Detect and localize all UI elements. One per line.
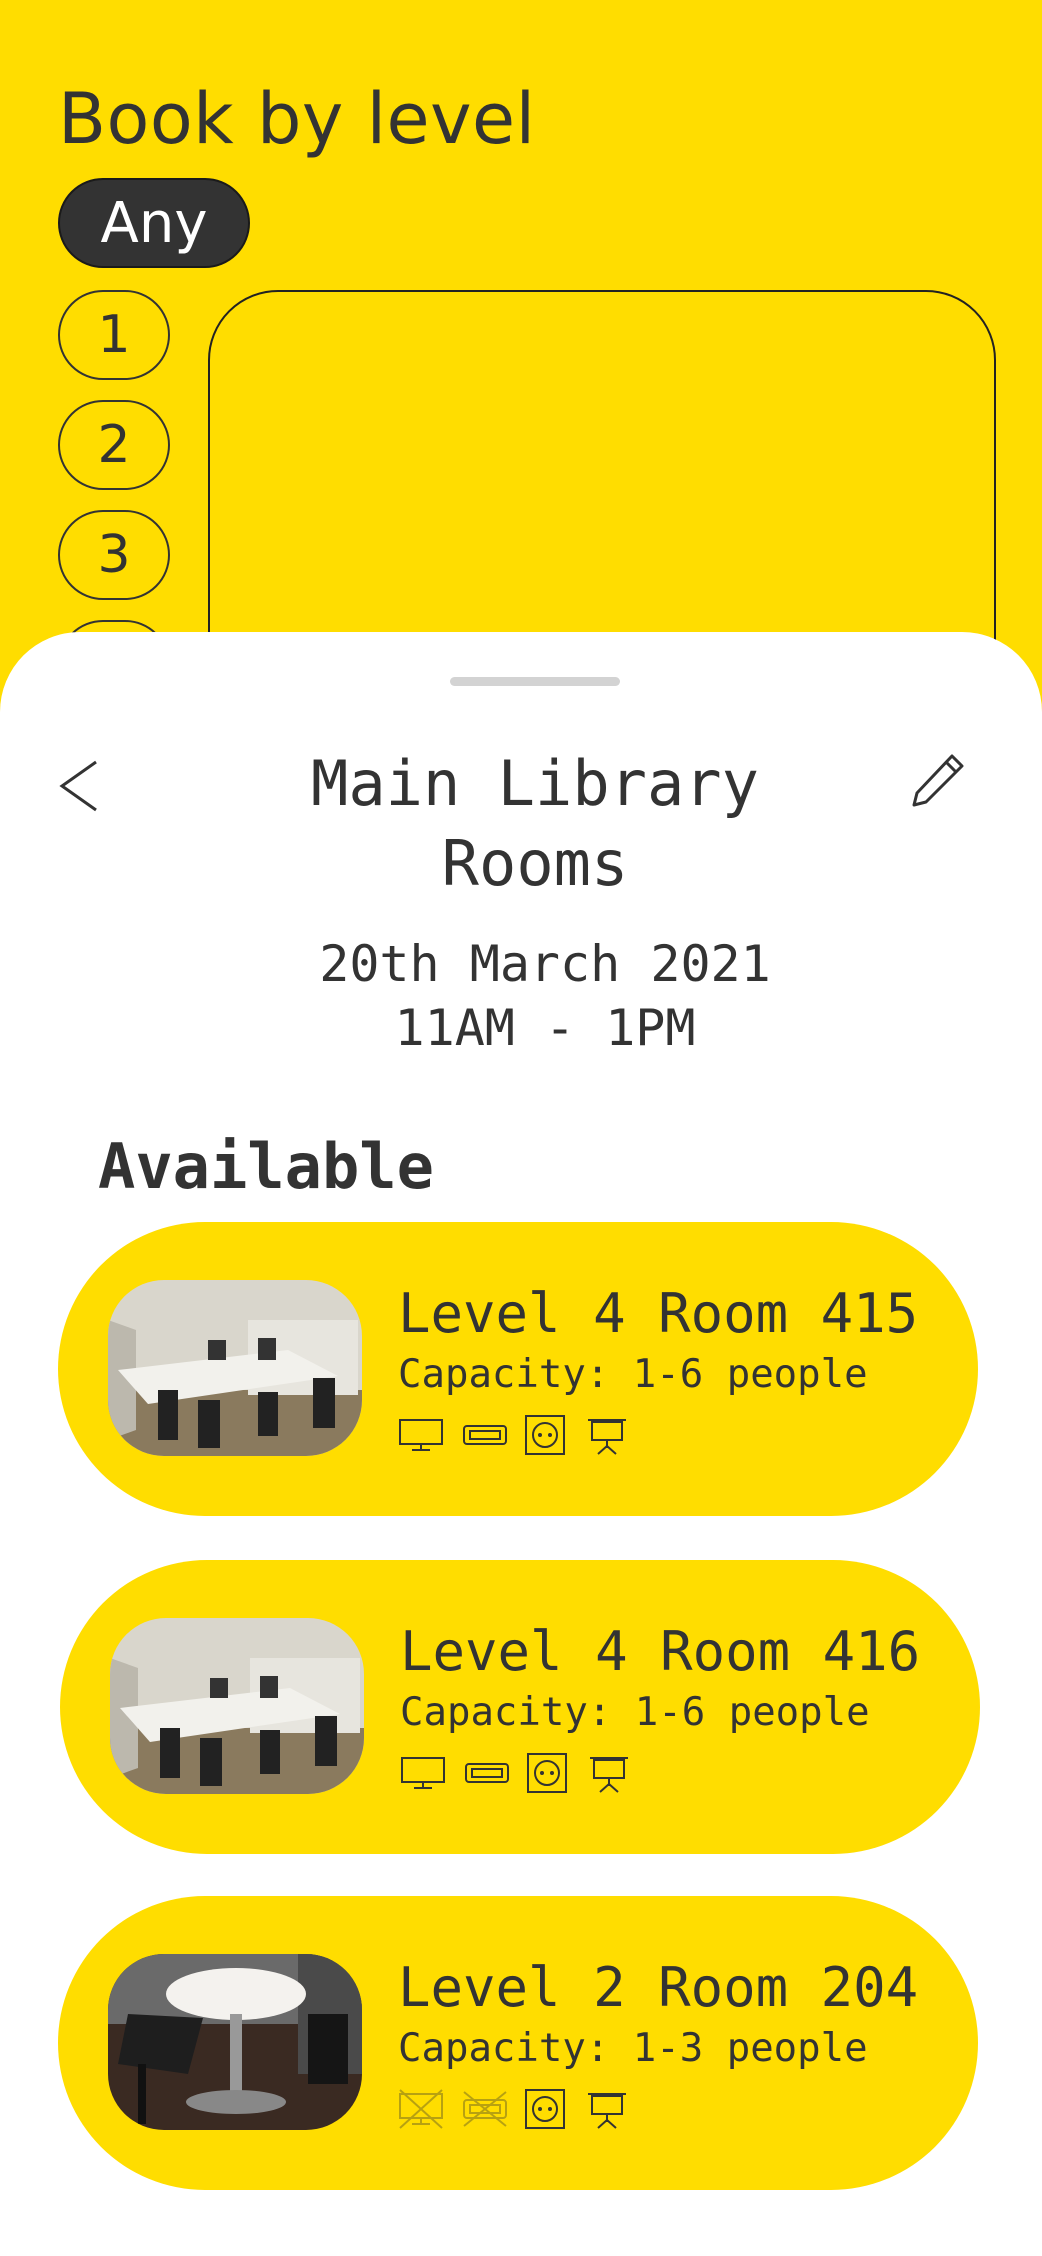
section-available: Available <box>98 1130 434 1203</box>
room-photo <box>108 1954 362 2130</box>
room-card-415[interactable]: Level 4 Room 415 Capacity: 1-6 people <box>58 1222 978 1516</box>
projector-screen-icon <box>588 2093 626 2129</box>
display-unavailable-icon <box>399 2089 443 2129</box>
display-icon <box>401 1757 445 1789</box>
display-icon <box>399 1419 443 1451</box>
hdmi-icon <box>463 1425 507 1445</box>
location-title-line1: Main Library <box>311 747 759 820</box>
power-outlet-icon <box>527 1753 567 1793</box>
page-title: Book by level <box>58 78 536 160</box>
booking-time: 11AM - 1PM <box>394 999 696 1057</box>
booking-datetime: 20th March 2021 11AM - 1PM <box>180 932 910 1060</box>
hdmi-unavailable-icon <box>463 2091 507 2127</box>
level-filter-3[interactable]: 3 <box>58 510 170 600</box>
projector-screen-icon <box>590 1757 628 1793</box>
level-filter-1[interactable]: 1 <box>58 290 170 380</box>
pencil-icon <box>912 754 964 807</box>
power-outlet-icon <box>525 2089 565 2129</box>
room-photo <box>108 1280 362 1456</box>
location-title: Main Library Rooms <box>180 744 890 904</box>
edit-button[interactable] <box>908 750 968 810</box>
room-card-204[interactable]: Level 2 Room 204 Capacity: 1-3 people <box>58 1896 978 2190</box>
level-filter-any[interactable]: Any <box>58 178 250 268</box>
room-capacity: Capacity: 1-3 people <box>398 2026 868 2071</box>
location-title-line2: Rooms <box>441 827 629 900</box>
level-filter-2[interactable]: 2 <box>58 400 170 490</box>
room-photo <box>110 1618 364 1794</box>
booking-date: 20th March 2021 <box>319 935 771 993</box>
room-name: Level 4 Room 416 <box>400 1620 921 1683</box>
power-outlet-icon <box>525 1415 565 1455</box>
chevron-left-icon <box>59 760 97 812</box>
sheet-drag-handle[interactable] <box>450 677 620 686</box>
room-name: Level 4 Room 415 <box>398 1282 919 1345</box>
room-card-416[interactable]: Level 4 Room 416 Capacity: 1-6 people <box>60 1560 980 1854</box>
hdmi-icon <box>465 1763 509 1783</box>
room-capacity: Capacity: 1-6 people <box>400 1690 870 1735</box>
projector-screen-icon <box>588 1419 626 1455</box>
rooms-sheet: Main Library Rooms 20th March 2021 11AM … <box>0 632 1042 2256</box>
room-capacity: Capacity: 1-6 people <box>398 1352 868 1397</box>
room-name: Level 2 Room 204 <box>398 1956 919 2019</box>
back-button[interactable] <box>56 756 104 816</box>
